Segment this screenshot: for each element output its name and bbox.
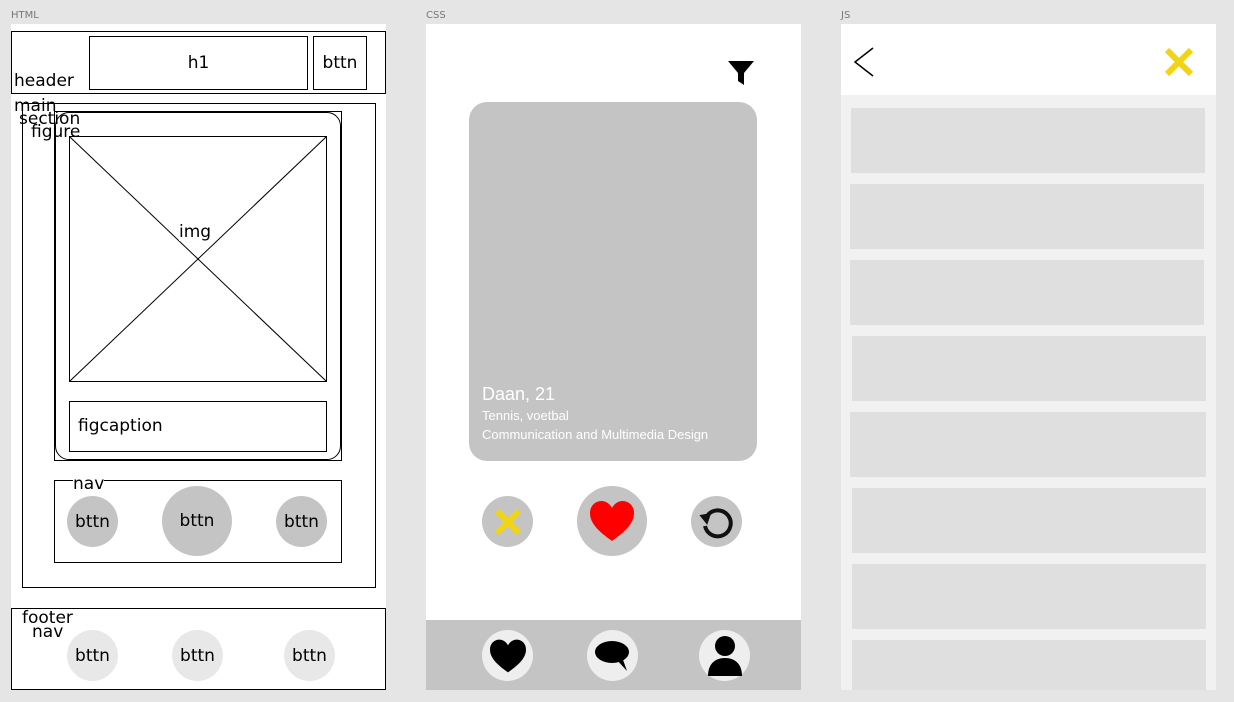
- close-icon: [494, 508, 521, 535]
- user-icon: [707, 635, 742, 676]
- wf-nav-button-1: bttn: [67, 496, 118, 547]
- list-item[interactable]: [850, 184, 1204, 249]
- like-button[interactable]: [577, 486, 647, 556]
- css-frame-label: CSS: [426, 10, 446, 21]
- wf-footer-button-1: bttn: [67, 630, 118, 681]
- profile-card[interactable]: Daan, 21 Tennis, voetbal Communication a…: [469, 102, 757, 461]
- wf-h1-label: h1: [187, 52, 210, 73]
- nav-likes-button[interactable]: [482, 630, 533, 681]
- wf-header-button: bttn: [313, 36, 367, 90]
- nav-chat-button[interactable]: [587, 630, 638, 681]
- profile-name: Daan, 21: [482, 384, 556, 404]
- filter-button[interactable]: [725, 56, 757, 88]
- list-item[interactable]: [852, 336, 1206, 401]
- heart-icon: [489, 639, 526, 672]
- back-button[interactable]: [851, 46, 877, 78]
- bottom-nav: [426, 620, 801, 690]
- list-item[interactable]: [852, 564, 1206, 629]
- nav-profile-button[interactable]: [699, 630, 750, 681]
- wf-footer-button-2: bttn: [172, 630, 223, 681]
- wf-header-label: header: [14, 71, 74, 91]
- wf-img-cross: [70, 137, 326, 381]
- wf-header-button-label: bttn: [322, 52, 358, 73]
- filter-icon: [728, 61, 754, 85]
- dislike-button[interactable]: [482, 496, 533, 547]
- wf-footer-button-3: bttn: [284, 630, 335, 681]
- wf-footer-nav-label: nav: [32, 622, 64, 642]
- js-frame-label: JS: [841, 10, 851, 21]
- wf-nav-button-2: bttn: [162, 486, 232, 556]
- html-wireframe-frame: header h1 bttn main section figure img f…: [11, 24, 386, 690]
- list-item[interactable]: [850, 260, 1204, 325]
- undo-button[interactable]: [691, 496, 742, 547]
- close-icon: [1164, 47, 1194, 77]
- wf-figcaption-label: figcaption: [78, 416, 163, 436]
- wf-img-label: img: [179, 222, 212, 242]
- profile-study: Communication and Multimedia Design: [482, 427, 709, 442]
- list-item[interactable]: [851, 108, 1205, 173]
- list-item[interactable]: [852, 640, 1206, 690]
- css-mock-frame: Daan, 21 Tennis, voetbal Communication a…: [426, 24, 801, 690]
- close-button[interactable]: [1163, 46, 1195, 78]
- wf-h1: h1: [89, 36, 308, 90]
- wf-nav-button-3: bttn: [276, 496, 327, 547]
- undo-icon: [698, 507, 733, 538]
- js-header: [841, 24, 1216, 95]
- profile-interests: Tennis, voetbal: [482, 408, 569, 423]
- wf-img: [69, 136, 327, 382]
- js-list: [841, 95, 1216, 690]
- html-frame-label: HTML: [11, 10, 39, 21]
- list-item[interactable]: [852, 488, 1206, 553]
- chat-icon: [594, 640, 629, 671]
- list-item[interactable]: [850, 412, 1206, 477]
- js-mock-frame: [841, 24, 1216, 690]
- wf-nav-label: nav: [73, 474, 105, 494]
- heart-icon: [590, 501, 634, 541]
- back-icon: [853, 47, 874, 77]
